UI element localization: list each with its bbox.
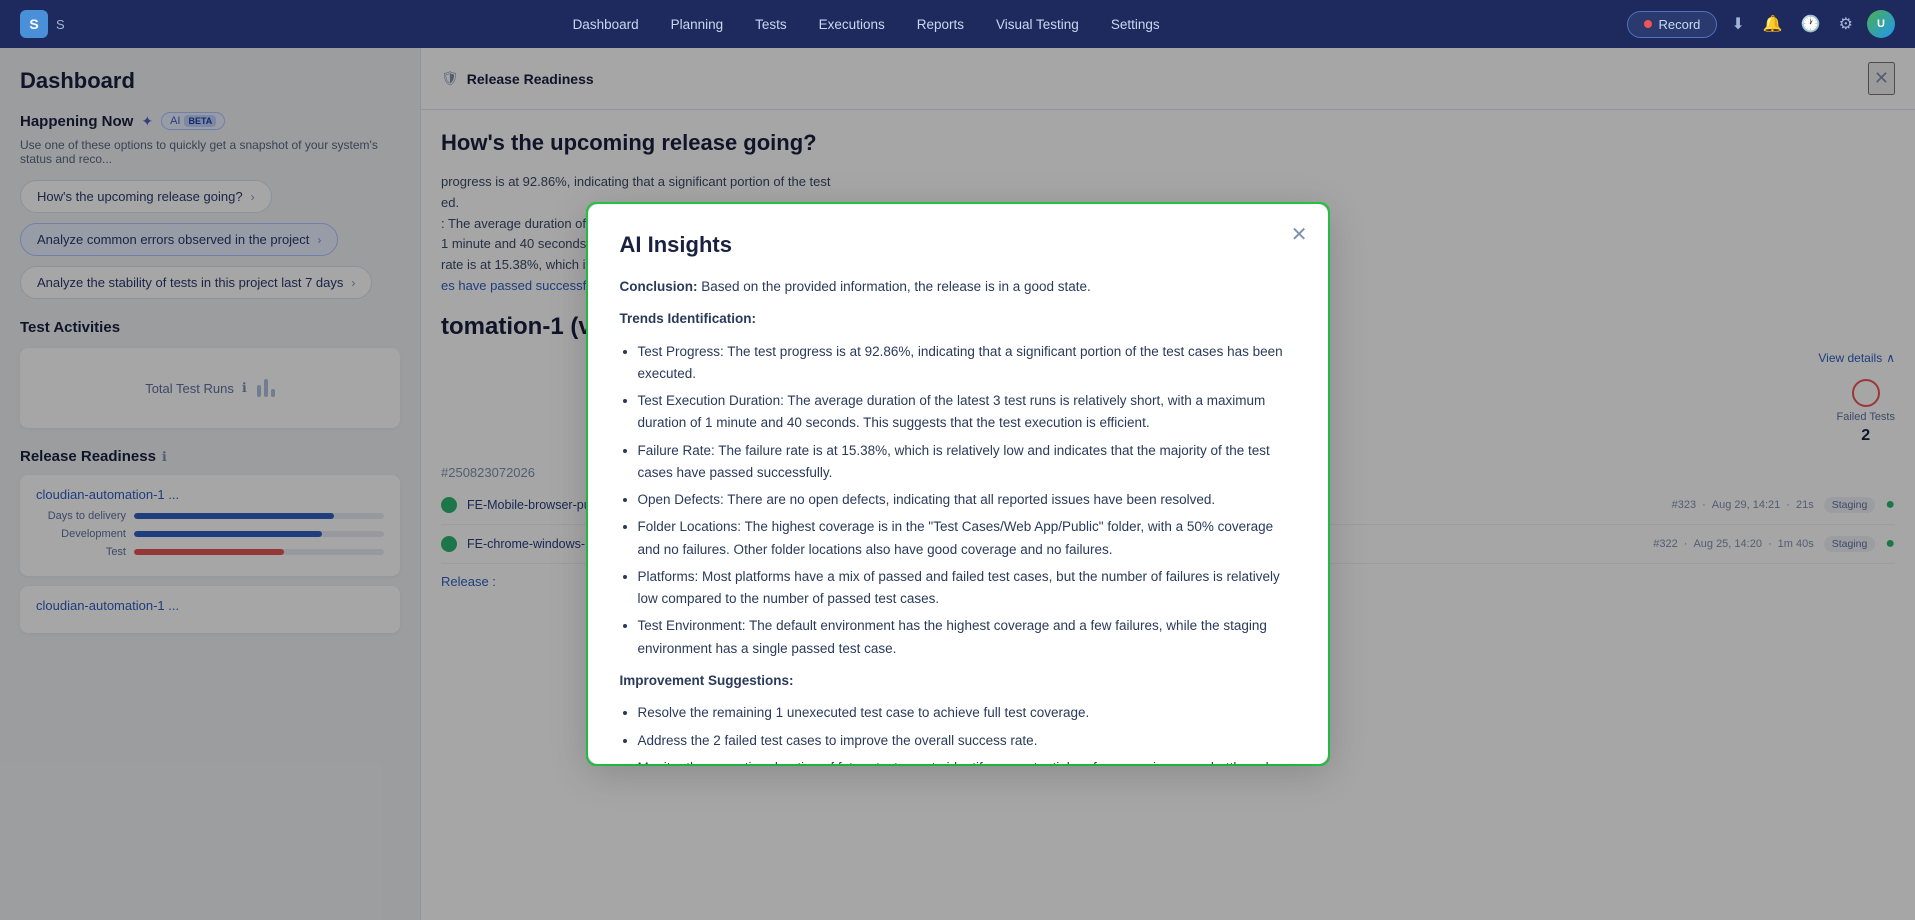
- improvements-label: Improvement Suggestions:: [620, 670, 1296, 692]
- improvement-item-1: Address the 2 failed test cases to impro…: [638, 730, 1296, 752]
- trend-item-2: Failure Rate: The failure rate is at 15.…: [638, 440, 1296, 485]
- ai-insights-modal: AI Insights ✕ Conclusion: Based on the p…: [588, 204, 1328, 764]
- improvement-item-0: Resolve the remaining 1 unexecuted test …: [638, 702, 1296, 724]
- modal-title: AI Insights: [620, 232, 1296, 258]
- nav-executions[interactable]: Executions: [805, 11, 899, 38]
- record-button[interactable]: Record: [1627, 11, 1717, 38]
- logo-text: S: [56, 17, 65, 32]
- conclusion-label: Conclusion:: [620, 279, 698, 294]
- trend-item-6: Test Environment: The default environmen…: [638, 615, 1296, 660]
- nav-actions: Record ⬇ 🔔 🕐 ⚙ U: [1627, 10, 1895, 38]
- trends-label: Trends Identification:: [620, 308, 1296, 330]
- nav-planning[interactable]: Planning: [657, 11, 738, 38]
- modal-close-button[interactable]: ✕: [1291, 222, 1308, 247]
- conclusion-paragraph: Conclusion: Based on the provided inform…: [620, 276, 1296, 298]
- improvements-list: Resolve the remaining 1 unexecuted test …: [620, 702, 1296, 764]
- top-navigation: S S Dashboard Planning Tests Executions …: [0, 0, 1915, 48]
- improvement-item-2: Monitor the execution duration of future…: [638, 757, 1296, 764]
- nav-reports[interactable]: Reports: [903, 11, 978, 38]
- nav-tests[interactable]: Tests: [741, 11, 801, 38]
- logo-icon: S: [20, 10, 48, 38]
- modal-container: AI Insights ✕ Conclusion: Based on the p…: [586, 202, 1330, 766]
- nav-links: Dashboard Planning Tests Executions Repo…: [105, 11, 1628, 38]
- logo[interactable]: S S: [20, 10, 65, 38]
- nav-dashboard[interactable]: Dashboard: [559, 11, 653, 38]
- trend-item-4: Folder Locations: The highest coverage i…: [638, 516, 1296, 561]
- trends-list: Test Progress: The test progress is at 9…: [620, 341, 1296, 660]
- modal-body: Conclusion: Based on the provided inform…: [620, 276, 1296, 764]
- notification-icon[interactable]: 🔔: [1759, 10, 1787, 38]
- trend-item-0: Test Progress: The test progress is at 9…: [638, 341, 1296, 386]
- avatar[interactable]: U: [1867, 10, 1895, 38]
- record-dot-icon: [1644, 20, 1652, 28]
- conclusion-text: Based on the provided information, the r…: [701, 279, 1091, 294]
- trend-item-5: Platforms: Most platforms have a mix of …: [638, 566, 1296, 611]
- download-icon[interactable]: ⬇: [1727, 10, 1748, 38]
- trend-item-1: Test Execution Duration: The average dur…: [638, 390, 1296, 435]
- settings-icon[interactable]: ⚙: [1835, 10, 1857, 38]
- nav-visual-testing[interactable]: Visual Testing: [982, 11, 1093, 38]
- nav-settings[interactable]: Settings: [1097, 11, 1174, 38]
- main-layout: Dashboard Happening Now ✦ AI BETA Use on…: [0, 48, 1915, 920]
- record-label: Record: [1658, 17, 1700, 32]
- modal-overlay[interactable]: AI Insights ✕ Conclusion: Based on the p…: [0, 48, 1915, 920]
- trend-item-3: Open Defects: There are no open defects,…: [638, 489, 1296, 511]
- history-icon[interactable]: 🕐: [1797, 10, 1825, 38]
